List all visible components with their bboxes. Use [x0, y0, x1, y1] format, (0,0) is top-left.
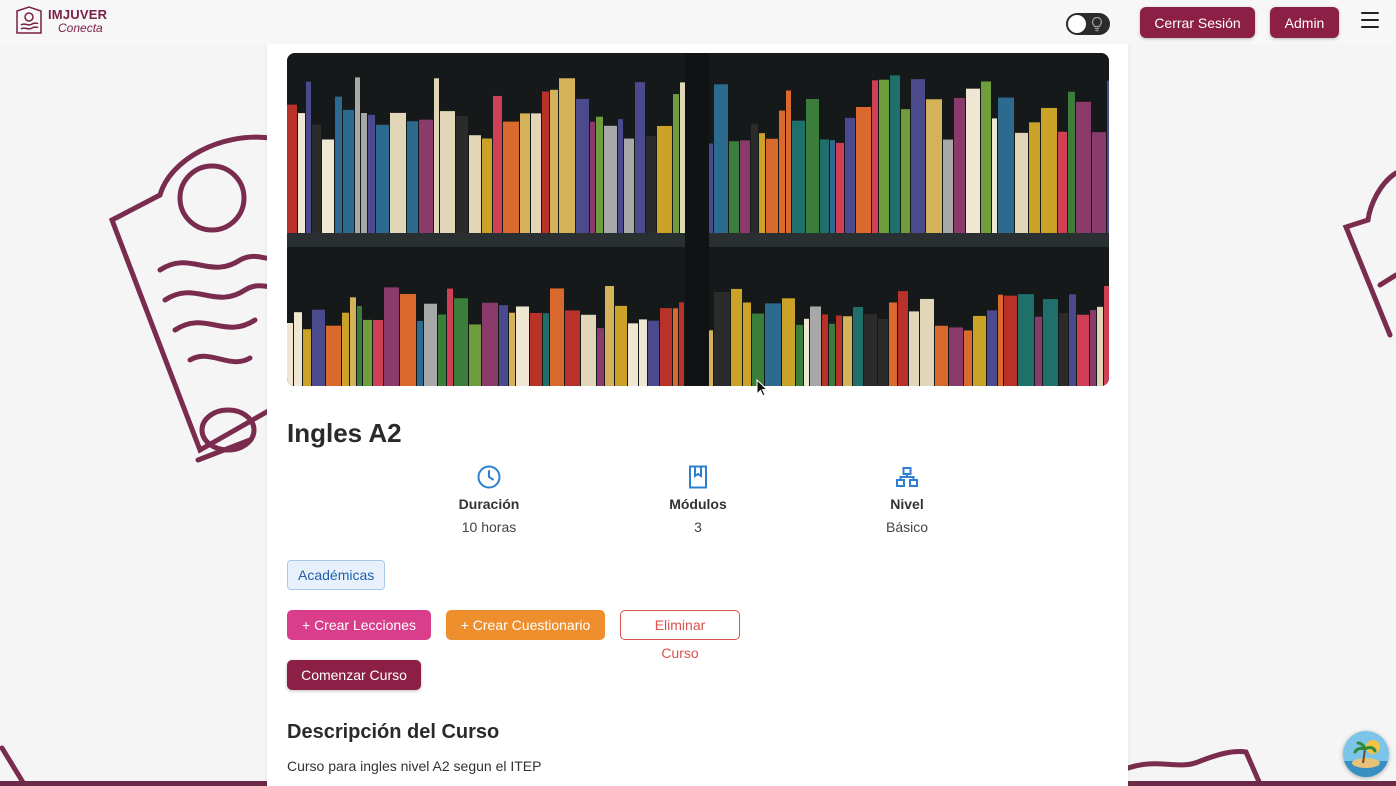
lightbulb-icon: [1091, 16, 1103, 32]
stat-label: Duración: [458, 496, 520, 512]
course-description: Curso para ingles nivel A2 segun el ITEP: [287, 758, 542, 774]
book-icon: [689, 465, 707, 489]
create-quiz-label: Crear Cuestionario: [472, 617, 591, 633]
stat-label: Módulos: [669, 496, 727, 512]
stat-value: Básico: [885, 519, 929, 535]
stat-value: 10 horas: [461, 519, 517, 535]
course-title: Ingles A2: [287, 418, 402, 448]
description-heading: Descripción del Curso: [287, 721, 500, 743]
footer-bar-gap: [267, 781, 1128, 786]
stat-label: Nivel: [890, 496, 924, 512]
chat-assistant-icon[interactable]: [1343, 731, 1389, 777]
background-decoration-right: [1342, 170, 1396, 338]
stat-modules: Módulos 3: [618, 464, 778, 535]
stat-value: 3: [694, 519, 702, 535]
plus-icon: +: [460, 617, 469, 633]
create-quiz-button[interactable]: + Crear Cuestionario: [446, 610, 605, 640]
course-detail-card: Ingles A2 Duración 10 horas Módulos 3 Ni…: [267, 44, 1128, 786]
level-hierarchy-icon: [896, 467, 918, 487]
top-navbar: IMJUVER Conecta Cerrar Sesión Admin: [0, 0, 1396, 44]
brand-logo[interactable]: IMJUVER Conecta: [14, 5, 107, 37]
logo-subtitle: Conecta: [58, 21, 103, 35]
toggle-knob: [1068, 15, 1086, 33]
course-cover-image: [287, 53, 1109, 386]
stat-level: Nivel Básico: [827, 464, 987, 535]
category-badge: Académicas: [287, 560, 386, 590]
delete-course-button[interactable]: Eliminar Curso: [620, 610, 740, 661]
background-decoration-bottom-right: [1128, 749, 1263, 786]
create-lessons-button[interactable]: + Crear Lecciones: [287, 610, 431, 640]
logo-emblem-icon: [16, 6, 42, 34]
stat-duration: Duración 10 horas: [409, 464, 569, 535]
logo-title: IMJUVER: [48, 7, 108, 22]
plus-icon: +: [301, 617, 311, 633]
bookshelf-image: [287, 53, 1109, 386]
clock-icon: [477, 465, 501, 489]
admin-button[interactable]: Admin: [1270, 7, 1339, 38]
background-decoration-bottom-left: [0, 745, 27, 786]
hamburger-menu-icon[interactable]: [1361, 12, 1379, 28]
start-course-button[interactable]: Comenzar Curso: [287, 660, 421, 690]
logout-button[interactable]: Cerrar Sesión: [1140, 7, 1255, 38]
island-avatar-icon: [1343, 731, 1389, 777]
background-decoration-left: [108, 134, 275, 463]
theme-toggle[interactable]: [1066, 13, 1110, 35]
create-lessons-label: Crear Lecciones: [314, 617, 416, 633]
mouse-cursor-icon: [756, 379, 768, 397]
